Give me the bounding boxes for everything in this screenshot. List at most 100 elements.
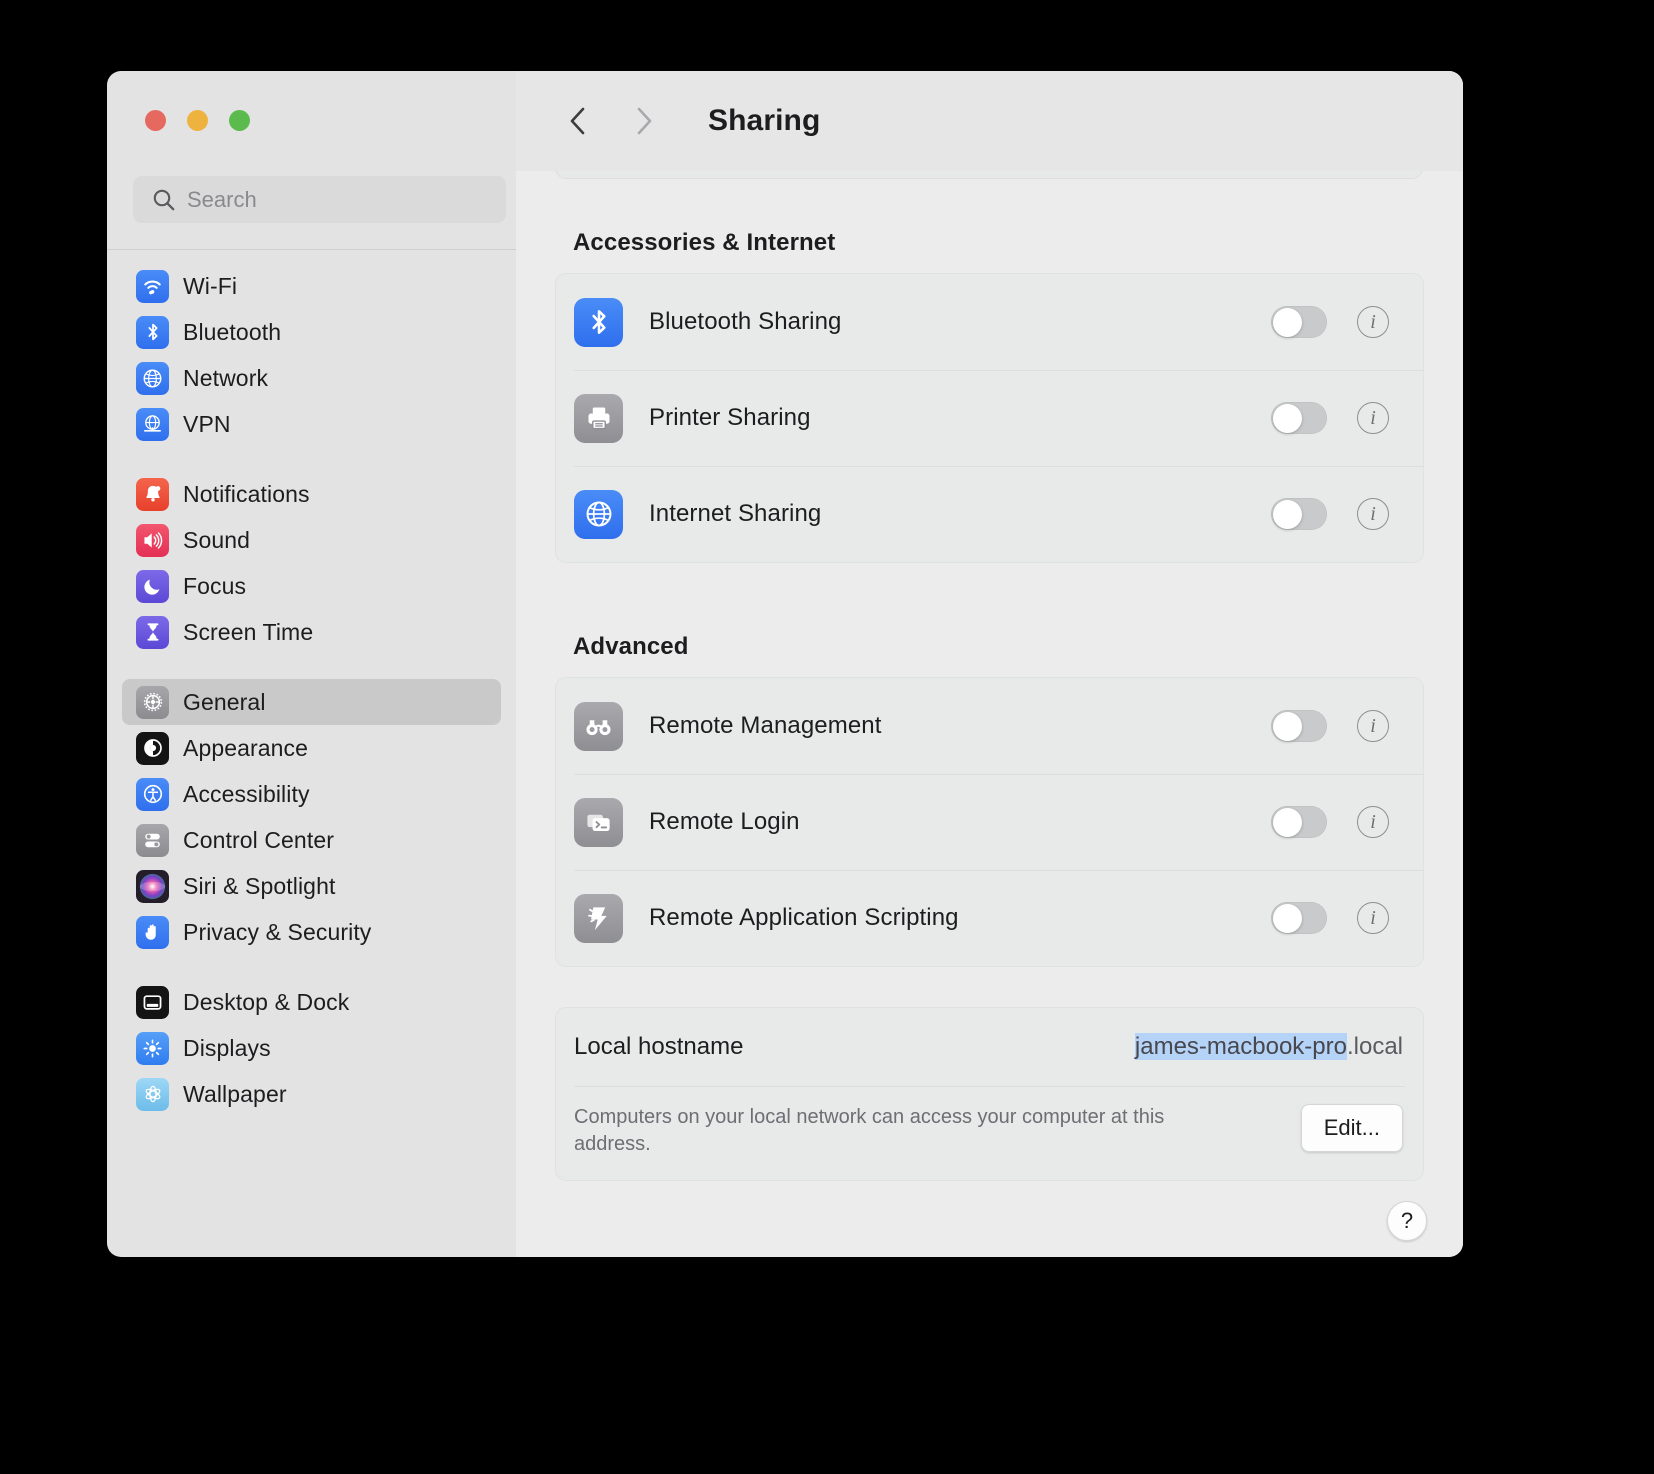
- sidebar-item-screen-time[interactable]: Screen Time: [122, 609, 501, 655]
- sidebar-item-label: General: [183, 688, 266, 715]
- sidebar-item-label: VPN: [183, 410, 231, 437]
- internet-sharing-toggle[interactable]: [1271, 498, 1327, 530]
- sidebar-item-label: Siri & Spotlight: [183, 872, 336, 899]
- remote-application-scripting-info-button[interactable]: i: [1357, 902, 1389, 934]
- terminal-icon: [574, 797, 623, 847]
- zoom-button[interactable]: [229, 110, 250, 131]
- settings-scroll-area[interactable]: Accessories & Internet Bluetooth Sharing…: [516, 171, 1463, 1257]
- row-remote-application-scripting[interactable]: Remote Application Scripting i: [556, 870, 1423, 966]
- scrolled-card-peek: [555, 171, 1423, 179]
- bluetooth-sharing-toggle[interactable]: [1271, 306, 1327, 338]
- hand-icon: [136, 915, 169, 949]
- sidebar-item-displays[interactable]: Displays: [122, 1025, 501, 1071]
- remote-application-scripting-toggle[interactable]: [1271, 902, 1327, 934]
- edit-hostname-button[interactable]: Edit...: [1300, 1104, 1403, 1152]
- remote-login-toggle[interactable]: [1271, 806, 1327, 838]
- row-internet-sharing[interactable]: Internet Sharing i: [556, 466, 1423, 562]
- sidebar-item-control-center[interactable]: Control Center: [122, 817, 501, 863]
- sidebar-group-spacer: [107, 955, 516, 979]
- minimize-button[interactable]: [187, 110, 208, 131]
- section-header-accessories-internet: Accessories & Internet: [573, 229, 836, 256]
- sidebar-item-notifications[interactable]: Notifications: [122, 471, 501, 517]
- sidebar-item-label: Sound: [183, 526, 251, 553]
- accessories-internet-card: Bluetooth Sharing i Printer Sharing i In…: [555, 273, 1424, 563]
- script-icon: [574, 893, 623, 943]
- sidebar-item-appearance[interactable]: Appearance: [122, 725, 501, 771]
- hourglass-icon: [136, 615, 169, 649]
- control-center-icon: [136, 823, 169, 857]
- bell-icon: [136, 477, 169, 511]
- printer-sharing-toggle[interactable]: [1271, 402, 1327, 434]
- sidebar-item-accessibility[interactable]: Accessibility: [122, 771, 501, 817]
- moon-icon: [136, 569, 169, 603]
- hostname-spacer: [516, 967, 1463, 1007]
- search-input[interactable]: [187, 186, 494, 213]
- sidebar-group-system: Notifications Sound Focus Screen Time: [107, 471, 516, 655]
- system-settings-window: Wi-Fi Bluetooth Network: [107, 71, 1463, 1257]
- toggle-knob: [1272, 307, 1302, 337]
- sidebar-item-network[interactable]: Network: [122, 355, 501, 401]
- local-hostname-card: Local hostname james-macbook-pro.local C…: [555, 1007, 1424, 1181]
- sidebar-item-label: Bluetooth: [183, 318, 282, 345]
- local-hostname-selected-text: james-macbook-pro: [1134, 1033, 1347, 1060]
- local-hostname-description-row: Computers on your local network can acce…: [556, 1086, 1423, 1180]
- page-title: Sharing: [708, 104, 821, 137]
- speaker-icon: [136, 523, 169, 557]
- search-field[interactable]: [133, 176, 506, 223]
- internet-sharing-info-button[interactable]: i: [1357, 498, 1389, 530]
- sidebar-item-label: Wi-Fi: [183, 272, 238, 299]
- sidebar-item-wi-fi[interactable]: Wi-Fi: [122, 263, 501, 309]
- back-button[interactable]: [558, 101, 598, 141]
- printer-sharing-info-button[interactable]: i: [1357, 402, 1389, 434]
- remote-login-info-button[interactable]: i: [1357, 806, 1389, 838]
- sidebar-item-label: Network: [183, 364, 269, 391]
- sidebar-item-label: Screen Time: [183, 618, 314, 645]
- close-button[interactable]: [145, 110, 166, 131]
- sidebar-group-general: General Appearance Accessibility Control…: [107, 679, 516, 955]
- toggle-knob: [1272, 903, 1302, 933]
- gear-icon: [136, 685, 169, 719]
- sidebar-item-label: Desktop & Dock: [183, 988, 350, 1015]
- sidebar-item-label: Wallpaper: [183, 1080, 287, 1107]
- row-label: Remote Login: [649, 808, 800, 835]
- row-label: Remote Management: [649, 712, 882, 739]
- sidebar-item-label: Accessibility: [183, 780, 310, 807]
- sidebar-item-label: Focus: [183, 572, 247, 599]
- search-icon: [151, 187, 177, 213]
- sidebar-item-label: Privacy & Security: [183, 918, 372, 945]
- advanced-card: Remote Management i Remote Login i Remot…: [555, 677, 1424, 967]
- sidebar-item-bluetooth[interactable]: Bluetooth: [122, 309, 501, 355]
- window-controls: [145, 110, 250, 131]
- sidebar-item-wallpaper[interactable]: Wallpaper: [122, 1071, 501, 1117]
- sidebar: Wi-Fi Bluetooth Network: [107, 71, 516, 1257]
- section-header-advanced: Advanced: [573, 633, 689, 660]
- help-button[interactable]: ?: [1387, 1201, 1427, 1241]
- forward-button[interactable]: [624, 101, 664, 141]
- row-label: Internet Sharing: [649, 500, 822, 527]
- row-label: Printer Sharing: [649, 404, 811, 431]
- sidebar-nav[interactable]: Wi-Fi Bluetooth Network VPN Notification…: [107, 257, 516, 1257]
- sidebar-item-siri-spotlight[interactable]: Siri & Spotlight: [122, 863, 501, 909]
- sidebar-item-privacy-security[interactable]: Privacy & Security: [122, 909, 501, 955]
- bluetooth-sharing-info-button[interactable]: i: [1357, 306, 1389, 338]
- toggle-knob: [1272, 807, 1302, 837]
- row-bluetooth-sharing[interactable]: Bluetooth Sharing i: [556, 274, 1423, 370]
- row-printer-sharing[interactable]: Printer Sharing i: [556, 370, 1423, 466]
- row-remote-management[interactable]: Remote Management i: [556, 678, 1423, 774]
- binoculars-icon: [574, 701, 623, 751]
- sidebar-item-vpn[interactable]: VPN: [122, 401, 501, 447]
- sidebar-item-sound[interactable]: Sound: [122, 517, 501, 563]
- row-label: Remote Application Scripting: [649, 904, 959, 931]
- wifi-icon: [136, 269, 169, 303]
- remote-management-info-button[interactable]: i: [1357, 710, 1389, 742]
- sidebar-item-general[interactable]: General: [122, 679, 501, 725]
- local-hostname-value[interactable]: james-macbook-pro.local: [1134, 1033, 1403, 1061]
- sidebar-divider: [107, 249, 516, 250]
- sidebar-group-desktop: Desktop & Dock Displays Wallpaper: [107, 979, 516, 1117]
- globe-icon: [574, 489, 623, 539]
- remote-management-toggle[interactable]: [1271, 710, 1327, 742]
- sidebar-item-focus[interactable]: Focus: [122, 563, 501, 609]
- row-remote-login[interactable]: Remote Login i: [556, 774, 1423, 870]
- sidebar-item-label: Displays: [183, 1034, 271, 1061]
- sidebar-item-desktop-dock[interactable]: Desktop & Dock: [122, 979, 501, 1025]
